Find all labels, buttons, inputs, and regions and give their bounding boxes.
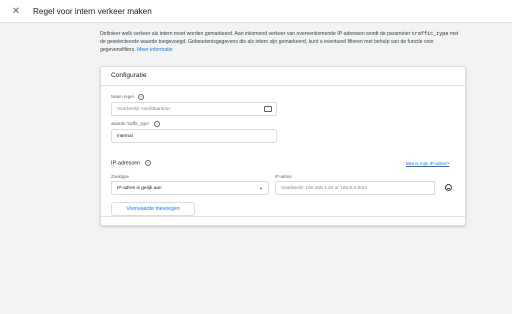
- close-icon: ✕: [11, 5, 21, 17]
- top-bar: ✕ Regel voor intern verkeer maken: [0, 0, 512, 23]
- traffic-type-value: internal: [117, 134, 133, 139]
- help-icon[interactable]: ?: [153, 121, 160, 127]
- what-is-my-ip-link[interactable]: Wat is mijn IP-adres?: [406, 161, 449, 166]
- help-icon[interactable]: ?: [144, 160, 151, 166]
- match-type-label: Zoektype: [111, 174, 130, 179]
- card-title: Configuratie: [111, 72, 147, 79]
- rule-name-label-text: Naam regel: [111, 94, 134, 100]
- dropdown-arrow-icon: ▼: [259, 186, 263, 191]
- help-icon[interactable]: ?: [137, 94, 144, 100]
- traffic-type-input[interactable]: internal: [111, 129, 277, 143]
- configuration-card: Configuratie Naam regel ? Voorbeeld: Hoo…: [100, 66, 466, 226]
- ip-address-placeholder: Voorbeeld: 192.168.1.20 or 192.0.2.0/24: [281, 186, 367, 191]
- traffic-type-label-text: waarde 'traffic_type': [111, 121, 150, 127]
- learn-more-link[interactable]: Meer informatie: [137, 47, 172, 53]
- match-type-value: IP-adres is gelijk aan: [117, 186, 162, 191]
- card-footer-divider: [101, 216, 465, 217]
- card-header: Configuratie: [101, 67, 465, 86]
- ip-section-title-text: IP-adressen: [111, 160, 141, 167]
- rule-name-label: Naam regel ?: [111, 94, 144, 100]
- remove-condition-icon[interactable]: [445, 184, 452, 191]
- keyboard-icon: [264, 106, 272, 112]
- ip-section-title: IP-adressen ?: [111, 160, 151, 166]
- add-condition-button[interactable]: Voorwaarde toevoegen: [111, 202, 195, 216]
- rule-name-input[interactable]: Voorbeeld: Hoofdkantoor: [111, 102, 277, 116]
- traffic-type-label: waarde 'traffic_type' ?: [111, 121, 160, 127]
- intro-text-1: Definieer welk verkeer als intern moet w…: [100, 31, 411, 37]
- match-type-select[interactable]: IP-adres is gelijk aan ▼: [111, 181, 269, 195]
- ip-address-input[interactable]: Voorbeeld: 192.168.1.20 or 192.0.2.0/24: [275, 181, 435, 195]
- close-button[interactable]: ✕: [9, 4, 23, 18]
- rule-name-placeholder: Voorbeeld: Hoofdkantoor: [117, 107, 171, 112]
- traffic-type-code: traffic_type: [411, 31, 449, 37]
- ip-address-label: IP-adres: [275, 174, 292, 179]
- page-title: Regel voor intern verkeer maken: [33, 6, 152, 16]
- intro-description: Definieer welk verkeer als intern moet w…: [100, 30, 464, 54]
